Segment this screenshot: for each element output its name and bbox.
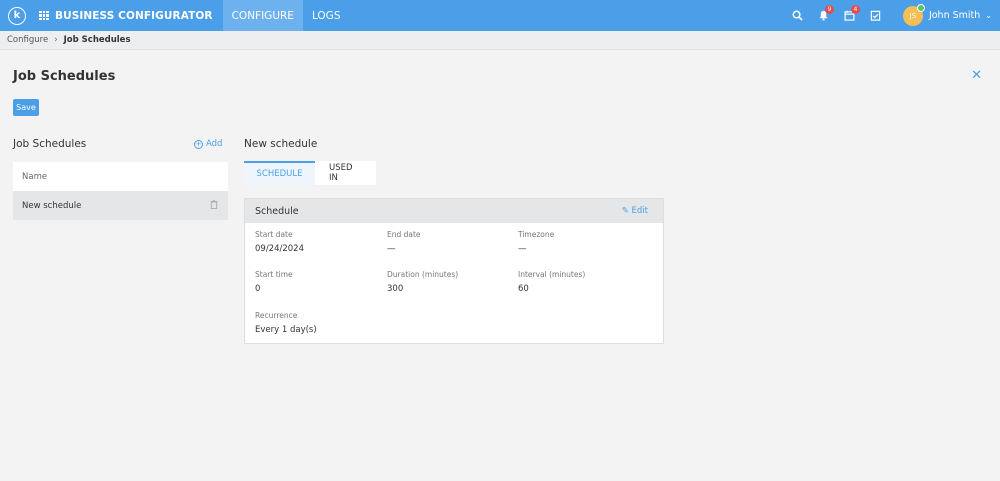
- field-label: Duration (minutes): [387, 270, 459, 279]
- field-label: Interval (minutes): [518, 270, 586, 279]
- field-value: —: [518, 244, 527, 254]
- field-interval: Interval (minutes) 60: [518, 270, 585, 294]
- checklist-icon[interactable]: [863, 0, 889, 31]
- field-label: Start time: [255, 270, 293, 279]
- grid-icon: [39, 10, 49, 21]
- close-icon[interactable]: ✕: [971, 68, 982, 83]
- field-label: End date: [387, 230, 421, 239]
- calendar-badge: 4: [850, 5, 860, 14]
- add-circle-icon: +: [194, 139, 203, 149]
- tab-schedule[interactable]: SCHEDULE: [244, 161, 315, 185]
- add-button[interactable]: + Add: [194, 139, 222, 149]
- card-header: Schedule ✎ Edit: [245, 199, 663, 223]
- calendar-icon[interactable]: 4: [837, 0, 863, 31]
- breadcrumb-configure[interactable]: Configure: [7, 35, 48, 45]
- field-value: 0: [255, 284, 261, 294]
- field-value: —: [387, 244, 396, 254]
- top-bar: k BUSINESS CONFIGURATOR CONFIGURE LOGS 9…: [0, 0, 1000, 31]
- field-label: Start date: [255, 230, 293, 239]
- user-name[interactable]: John Smith: [929, 10, 980, 21]
- search-icon[interactable]: [785, 0, 811, 31]
- edit-label: Edit: [631, 206, 648, 216]
- field-value: 60: [518, 284, 529, 294]
- field-recurrence: Recurrence Every 1 day(s): [255, 311, 317, 335]
- field-value: Every 1 day(s): [255, 325, 317, 335]
- list-title: Job Schedules: [13, 138, 87, 150]
- save-button[interactable]: Save: [13, 99, 39, 116]
- detail-title: New schedule: [244, 138, 318, 150]
- chevron-down-icon[interactable]: ⌄: [985, 11, 992, 20]
- list-item-name: New schedule: [22, 200, 82, 211]
- pencil-icon: ✎: [621, 206, 629, 216]
- app-logo[interactable]: k: [8, 6, 26, 25]
- page-title: Job Schedules: [13, 69, 116, 84]
- field-duration: Duration (minutes) 300: [387, 270, 458, 294]
- list-item[interactable]: New schedule: [13, 191, 228, 220]
- schedule-list: Name New schedule: [13, 162, 228, 220]
- chevron-right-icon: ›: [54, 35, 58, 45]
- detail-tabs: SCHEDULE USED IN: [244, 161, 376, 185]
- field-label: Recurrence: [255, 311, 298, 320]
- breadcrumb-current: Job Schedules: [63, 35, 131, 45]
- nav-logs[interactable]: LOGS: [303, 0, 350, 31]
- edit-button[interactable]: ✎ Edit: [622, 206, 648, 216]
- field-end-date: End date —: [387, 230, 421, 254]
- tab-used-in[interactable]: USED IN: [315, 161, 376, 185]
- field-timezone: Timezone —: [518, 230, 554, 254]
- field-value: 300: [387, 284, 404, 294]
- brand-title: BUSINESS CONFIGURATOR: [55, 9, 213, 22]
- field-value: 09/24/2024: [255, 244, 304, 254]
- schedule-card: Schedule ✎ Edit Start date 09/24/2024 En…: [244, 198, 664, 344]
- notifications-badge: 9: [824, 5, 834, 14]
- field-start-date: Start date 09/24/2024: [255, 230, 304, 254]
- app-launcher[interactable]: BUSINESS CONFIGURATOR: [39, 0, 213, 31]
- online-status-icon: [916, 3, 925, 12]
- bell-icon[interactable]: 9: [811, 0, 837, 31]
- nav-configure[interactable]: CONFIGURE: [222, 0, 303, 31]
- card-title: Schedule: [255, 205, 299, 217]
- field-label: Timezone: [518, 230, 555, 239]
- add-label: Add: [206, 139, 223, 149]
- column-header-name: Name: [13, 162, 228, 191]
- avatar[interactable]: JS: [902, 3, 925, 26]
- field-start-time: Start time 0: [255, 270, 293, 294]
- breadcrumb: Configure › Job Schedules: [0, 31, 1000, 50]
- avatar-initials: JS: [909, 11, 917, 20]
- trash-icon[interactable]: [210, 199, 218, 212]
